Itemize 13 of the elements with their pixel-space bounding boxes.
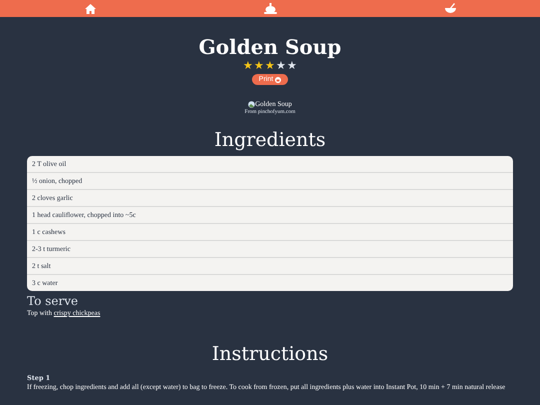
subsection-heading: To serve bbox=[27, 294, 79, 308]
recipe-title: Golden Soup bbox=[198, 35, 342, 59]
star-rating[interactable]: ★★★★★ bbox=[243, 60, 297, 72]
star-icon[interactable]: ★ bbox=[276, 60, 286, 72]
star-icon[interactable]: ★ bbox=[287, 60, 297, 72]
star-icon[interactable]: ★ bbox=[265, 60, 275, 72]
star-icon[interactable]: ★ bbox=[243, 60, 253, 72]
section-heading: Instructions bbox=[210, 342, 330, 366]
star-icon[interactable]: ★ bbox=[254, 60, 264, 72]
section-heading: Ingredients bbox=[213, 128, 327, 152]
broken-image-icon bbox=[248, 100, 256, 108]
bowl-icon[interactable] bbox=[444, 3, 456, 14]
home-icon[interactable] bbox=[84, 4, 96, 14]
